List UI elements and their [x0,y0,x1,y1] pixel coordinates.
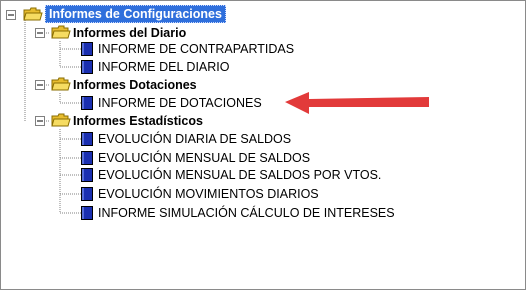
report-document-icon [81,42,93,56]
red-arrow-icon [285,92,429,114]
open-folder-icon [51,77,71,91]
minus-box-icon[interactable] [35,28,45,38]
report-document-icon [81,151,93,165]
open-folder-icon [23,7,43,21]
open-folder-icon [51,25,71,39]
report-document-icon [81,206,93,220]
tree-group-label[interactable]: Informes Estadísticos [73,113,203,129]
report-document-icon [81,187,93,201]
tree-view-panel: Informes de Configuraciones Informes del… [0,0,526,290]
tree-item-label[interactable]: EVOLUCIÓN MENSUAL DE SALDOS POR VTOS. [98,167,381,183]
tree-item-label[interactable]: INFORME DE CONTRAPARTIDAS [98,41,294,57]
tree-item-label[interactable]: EVOLUCIÓN MENSUAL DE SALDOS [98,150,310,166]
minus-box-icon[interactable] [35,80,45,90]
tree-group-label[interactable]: Informes Dotaciones [73,77,197,93]
report-document-icon [81,96,93,110]
tree-item-label[interactable]: EVOLUCIÓN DIARIA DE SALDOS [98,131,291,147]
open-folder-icon [51,113,71,127]
tree-group-label[interactable]: Informes del Diario [73,25,186,41]
minus-box-icon[interactable] [35,116,45,126]
report-document-icon [81,60,93,74]
tree-item-label[interactable]: INFORME DE DOTACIONES [98,95,262,111]
tree-root-label[interactable]: Informes de Configuraciones [45,5,226,23]
tree-item-label[interactable]: INFORME SIMULACIÓN CÁLCULO DE INTERESES [98,205,395,221]
tree-item-label[interactable]: INFORME DEL DIARIO [98,59,230,75]
tree-item-label[interactable]: EVOLUCIÓN MOVIMIENTOS DIARIOS [98,186,319,202]
minus-box-icon[interactable] [6,10,16,20]
report-document-icon [81,132,93,146]
report-document-icon [81,168,93,182]
